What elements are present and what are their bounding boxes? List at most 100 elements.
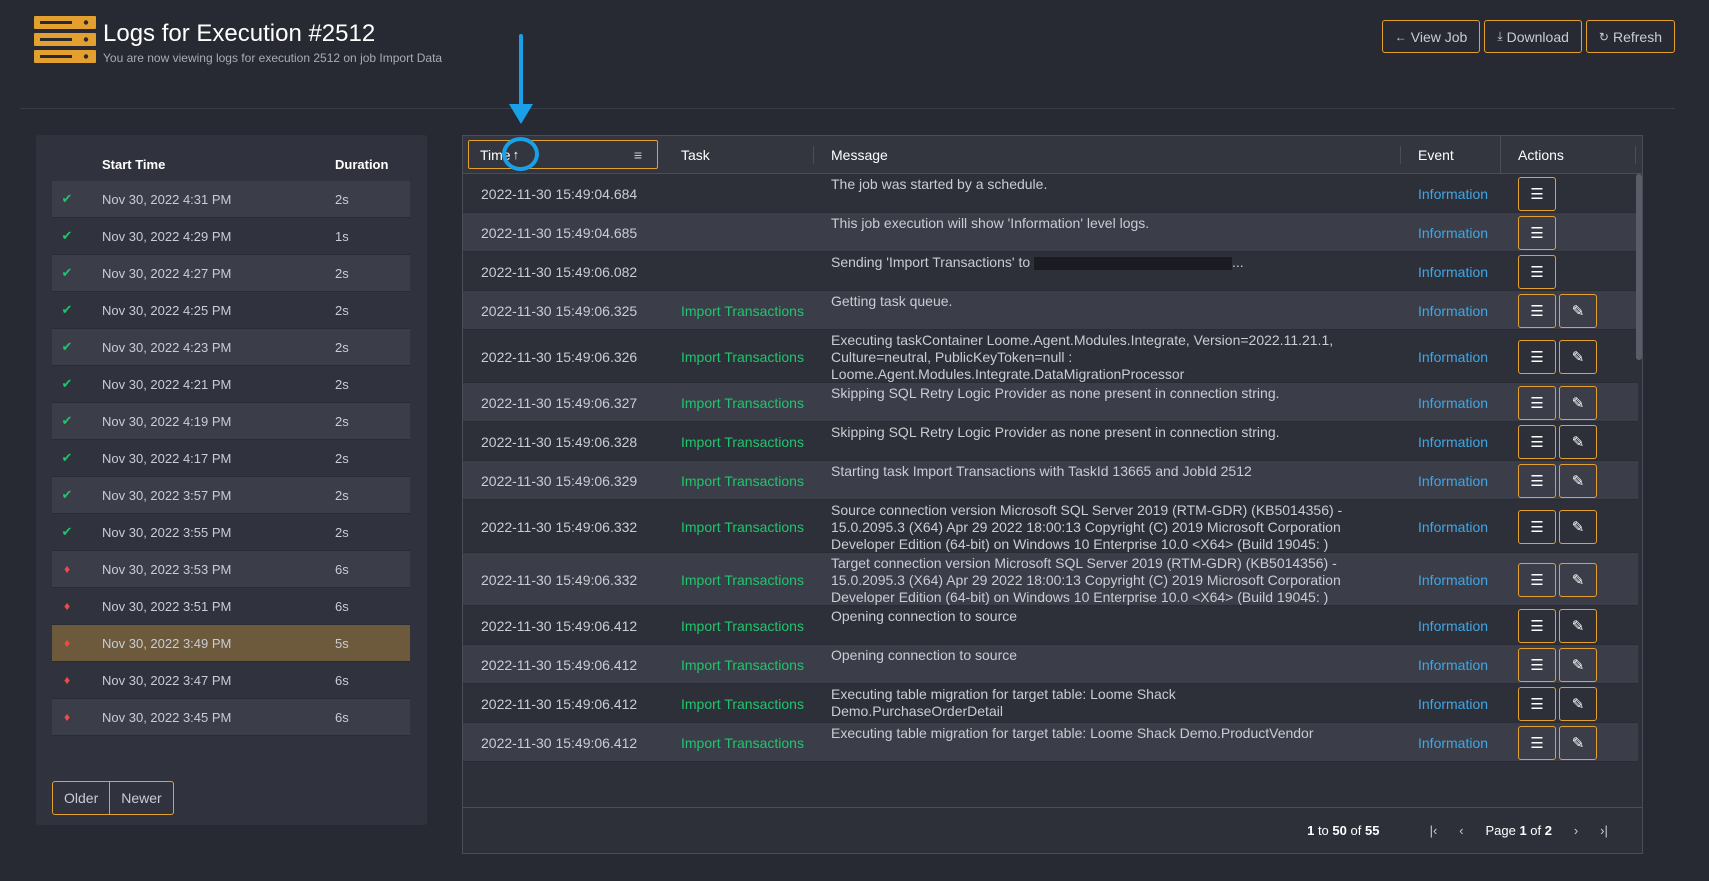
execution-row[interactable]: ✔ Nov 30, 2022 4:17 PM 2s — [52, 440, 410, 477]
execution-row[interactable]: ✔ Nov 30, 2022 4:19 PM 2s — [52, 403, 410, 440]
log-event-link[interactable]: Information — [1418, 186, 1488, 202]
edit-task-button[interactable]: ✎ — [1559, 386, 1597, 420]
log-event-link[interactable]: Information — [1418, 349, 1488, 365]
view-details-button[interactable]: ☰ — [1518, 294, 1556, 328]
log-event-link[interactable]: Information — [1418, 618, 1488, 634]
check-icon: ✔ — [61, 302, 73, 317]
log-event-link[interactable]: Information — [1418, 225, 1488, 241]
log-message-text: Executing taskContainer Loome.Agent.Modu… — [831, 332, 1334, 382]
list-icon: ☰ — [1530, 473, 1544, 490]
view-details-button[interactable]: ☰ — [1518, 726, 1556, 760]
execution-row[interactable]: ♦ Nov 30, 2022 3:51 PM 6s — [52, 588, 410, 625]
newer-button[interactable]: Newer — [110, 781, 174, 815]
download-icon: ⤓ — [1497, 29, 1503, 43]
log-event-link[interactable]: Information — [1418, 572, 1488, 588]
log-event-link[interactable]: Information — [1418, 473, 1488, 489]
log-actions: ☰ — [1518, 255, 1556, 289]
edit-task-button[interactable]: ✎ — [1559, 609, 1597, 643]
view-details-button[interactable]: ☰ — [1518, 425, 1556, 459]
view-details-button[interactable]: ☰ — [1518, 340, 1556, 374]
log-row: 2022-11-30 15:49:06.412 Import Transactio… — [463, 645, 1638, 684]
view-details-button[interactable]: ☰ — [1518, 687, 1556, 721]
column-header-event[interactable]: Event — [1418, 136, 1454, 174]
first-page-icon[interactable]: |‹ — [1425, 823, 1441, 838]
log-event-link[interactable]: Information — [1418, 735, 1488, 751]
log-actions: ☰ ✎ — [1518, 563, 1597, 597]
edit-task-button[interactable]: ✎ — [1559, 648, 1597, 682]
log-message: Executing taskContainer Loome.Agent.Modu… — [831, 332, 1351, 383]
execution-start-time: Nov 30, 2022 4:23 PM — [102, 339, 232, 355]
view-details-button[interactable]: ☰ — [1518, 216, 1556, 250]
list-icon: ☰ — [1530, 225, 1544, 242]
execution-row[interactable]: ♦ Nov 30, 2022 3:47 PM 6s — [52, 662, 410, 699]
log-event-link[interactable]: Information — [1418, 264, 1488, 280]
log-event-link[interactable]: Information — [1418, 657, 1488, 673]
edit-task-button[interactable]: ✎ — [1559, 464, 1597, 498]
column-header-actions[interactable]: Actions — [1518, 136, 1564, 174]
execution-row[interactable]: ✔ Nov 30, 2022 3:57 PM 2s — [52, 477, 410, 514]
edit-task-button[interactable]: ✎ — [1559, 563, 1597, 597]
edit-task-button[interactable]: ✎ — [1559, 510, 1597, 544]
view-details-button[interactable]: ☰ — [1518, 255, 1556, 289]
column-divider[interactable] — [1400, 146, 1401, 164]
execution-duration: 5s — [335, 635, 349, 651]
list-icon: ☰ — [1530, 264, 1544, 281]
vertical-scrollbar[interactable] — [1636, 174, 1642, 360]
column-divider[interactable] — [813, 146, 814, 164]
next-page-icon[interactable]: › — [1568, 823, 1584, 838]
execution-row[interactable]: ✔ Nov 30, 2022 4:31 PM 2s — [52, 181, 410, 218]
log-event-link[interactable]: Information — [1418, 303, 1488, 319]
log-event-link[interactable]: Information — [1418, 696, 1488, 712]
log-time: 2022-11-30 15:49:06.412 — [481, 618, 638, 634]
execution-row[interactable]: ✔ Nov 30, 2022 4:23 PM 2s — [52, 329, 410, 366]
log-row: 2022-11-30 15:49:06.412 Import Transactio… — [463, 606, 1638, 645]
refresh-button[interactable]: ↻ Refresh — [1585, 20, 1675, 53]
execution-row[interactable]: ♦ Nov 30, 2022 3:53 PM 6s — [52, 551, 410, 588]
view-details-button[interactable]: ☰ — [1518, 464, 1556, 498]
execution-row[interactable]: ✔ Nov 30, 2022 3:55 PM 2s — [52, 514, 410, 551]
log-time: 2022-11-30 15:49:06.412 — [481, 696, 638, 712]
fire-icon: ♦ — [63, 599, 71, 613]
edit-task-button[interactable]: ✎ — [1559, 425, 1597, 459]
edit-task-button[interactable]: ✎ — [1559, 294, 1597, 328]
execution-duration: 2s — [335, 302, 349, 318]
execution-row[interactable]: ✔ Nov 30, 2022 4:27 PM 2s — [52, 255, 410, 292]
edit-task-button[interactable]: ✎ — [1559, 726, 1597, 760]
log-message: Getting task queue. — [831, 293, 1351, 310]
log-event-link[interactable]: Information — [1418, 519, 1488, 535]
previous-page-icon[interactable]: ‹ — [1453, 823, 1469, 838]
last-page-icon[interactable]: ›| — [1596, 823, 1612, 838]
download-button[interactable]: ⤓ Download — [1484, 20, 1582, 53]
execution-row[interactable]: ♦ Nov 30, 2022 3:49 PM 5s — [52, 625, 410, 662]
log-task: Import Transactions — [681, 473, 804, 489]
view-details-button[interactable]: ☰ — [1518, 563, 1556, 597]
column-header-message[interactable]: Message — [831, 136, 888, 174]
execution-start-time: Nov 30, 2022 3:45 PM — [102, 709, 232, 725]
execution-row[interactable]: ✔ Nov 30, 2022 4:29 PM 1s — [52, 218, 410, 255]
log-time: 2022-11-30 15:49:06.332 — [481, 572, 638, 588]
log-message: Opening connection to source — [831, 608, 1351, 625]
log-row: 2022-11-30 15:49:06.332 Import Transactio… — [463, 553, 1638, 606]
annotation-highlight-circle — [502, 137, 539, 171]
view-job-button[interactable]: ← View Job — [1381, 20, 1481, 53]
view-details-button[interactable]: ☰ — [1518, 386, 1556, 420]
view-details-button[interactable]: ☰ — [1518, 648, 1556, 682]
execution-duration: 2s — [335, 376, 349, 392]
column-divider[interactable] — [1635, 146, 1636, 164]
column-menu-icon[interactable]: ≡ — [634, 147, 642, 163]
view-details-button[interactable]: ☰ — [1518, 177, 1556, 211]
view-details-button[interactable]: ☰ — [1518, 510, 1556, 544]
execution-row[interactable]: ✔ Nov 30, 2022 4:25 PM 2s — [52, 292, 410, 329]
column-header-task[interactable]: Task — [681, 136, 710, 174]
edit-task-button[interactable]: ✎ — [1559, 340, 1597, 374]
log-message-text: This job execution will show 'Informatio… — [831, 215, 1150, 231]
log-event-link[interactable]: Information — [1418, 434, 1488, 450]
page-title: Logs for Execution #2512 — [103, 20, 376, 47]
older-button[interactable]: Older — [52, 781, 111, 815]
view-details-button[interactable]: ☰ — [1518, 609, 1556, 643]
edit-task-button[interactable]: ✎ — [1559, 687, 1597, 721]
column-header-time[interactable]: Time ↑ ≡ — [468, 140, 658, 169]
log-event-link[interactable]: Information — [1418, 395, 1488, 411]
execution-row[interactable]: ✔ Nov 30, 2022 4:21 PM 2s — [52, 366, 410, 403]
execution-row[interactable]: ♦ Nov 30, 2022 3:45 PM 6s — [52, 699, 410, 736]
